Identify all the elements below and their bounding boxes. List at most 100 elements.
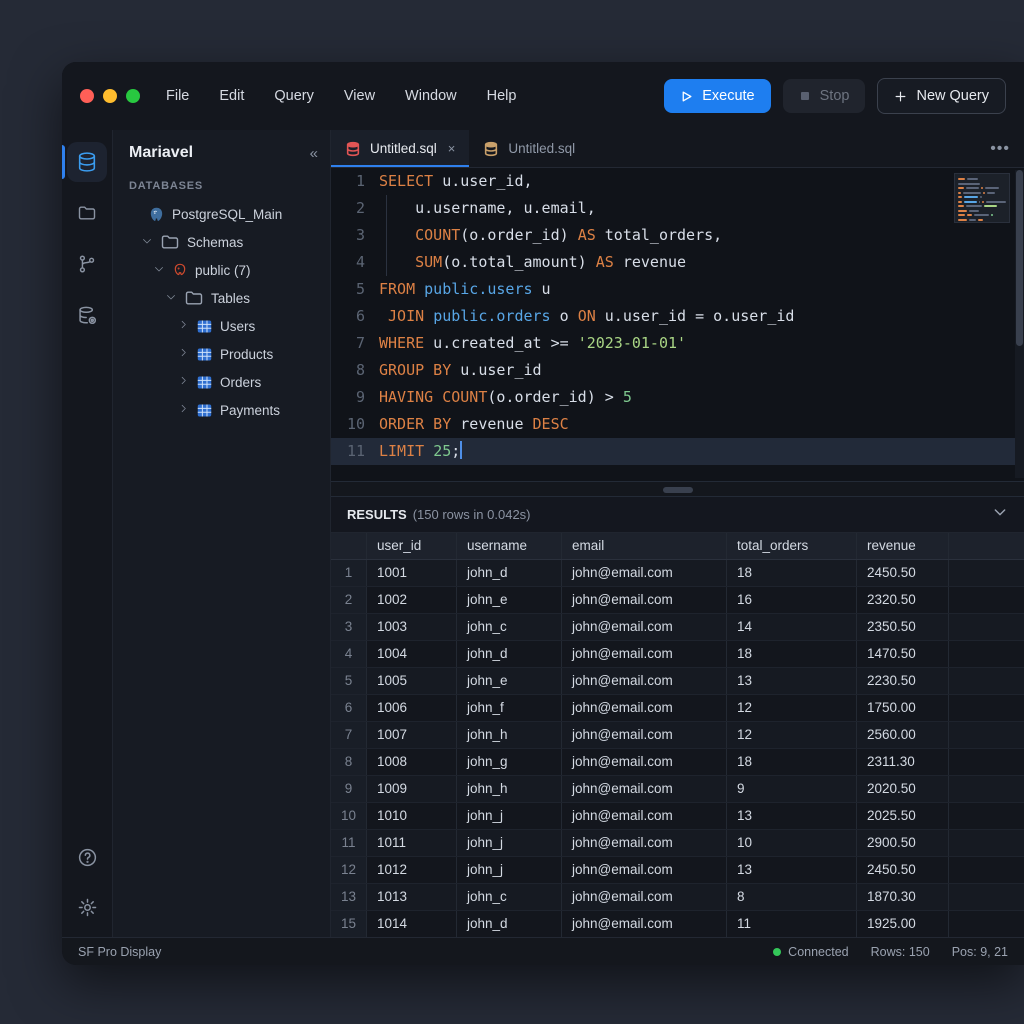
cell-revenue[interactable]: 2450.50 <box>857 560 949 586</box>
cell-total_orders[interactable]: 12 <box>727 722 857 748</box>
cell-revenue[interactable]: 2560.00 <box>857 722 949 748</box>
result-row-2[interactable]: 21002john_ejohn@email.com162320.50 <box>331 587 1024 614</box>
cell-revenue[interactable]: 1470.50 <box>857 641 949 667</box>
cell-user_id[interactable]: 1004 <box>367 641 457 667</box>
menu-help[interactable]: Help <box>487 88 517 104</box>
column-header-revenue[interactable]: revenue <box>857 533 949 559</box>
cell-email[interactable]: john@email.com <box>562 911 727 937</box>
database-icon[interactable] <box>67 142 107 182</box>
result-row-15[interactable]: 151014john_djohn@email.com111925.00 <box>331 911 1024 937</box>
tree-item-tables[interactable]: Tables <box>113 284 330 312</box>
code-line-1[interactable]: 1SELECT u.user_id, <box>331 168 1024 195</box>
chevron-right-icon[interactable] <box>177 403 189 417</box>
cell-email[interactable]: john@email.com <box>562 695 727 721</box>
cell-revenue[interactable]: 2230.50 <box>857 668 949 694</box>
sql-editor[interactable]: 1SELECT u.user_id,2 u.username, u.email,… <box>331 168 1024 481</box>
cell-revenue[interactable]: 2450.50 <box>857 857 949 883</box>
code-line-8[interactable]: 8GROUP BY u.user_id <box>331 357 1024 384</box>
cell-username[interactable]: john_h <box>457 776 562 802</box>
result-row-7[interactable]: 71007john_hjohn@email.com122560.00 <box>331 722 1024 749</box>
tab-2[interactable]: Untitled.sql <box>469 130 589 167</box>
result-row-10[interactable]: 101010john_jjohn@email.com132025.50 <box>331 803 1024 830</box>
chevron-right-icon[interactable] <box>177 319 189 333</box>
code-line-9[interactable]: 9HAVING COUNT(o.order_id) > 5 <box>331 384 1024 411</box>
chevron-down-icon[interactable] <box>141 235 153 250</box>
gear-icon[interactable] <box>67 887 107 927</box>
tree-item-users[interactable]: Users <box>113 312 330 340</box>
menu-window[interactable]: Window <box>405 88 457 104</box>
cell-username[interactable]: john_c <box>457 884 562 910</box>
tree-item-payments[interactable]: Payments <box>113 396 330 424</box>
cell-email[interactable]: john@email.com <box>562 560 727 586</box>
column-header-total_orders[interactable]: total_orders <box>727 533 857 559</box>
cell-total_orders[interactable]: 18 <box>727 560 857 586</box>
cell-revenue[interactable]: 2350.50 <box>857 614 949 640</box>
cell-user_id[interactable]: 1005 <box>367 668 457 694</box>
execute-button[interactable]: Execute <box>664 79 770 113</box>
cell-total_orders[interactable]: 16 <box>727 587 857 613</box>
cell-revenue[interactable]: 2311.30 <box>857 749 949 775</box>
cell-username[interactable]: john_d <box>457 560 562 586</box>
code-line-11[interactable]: 11LIMIT 25; <box>331 438 1024 465</box>
cell-email[interactable]: john@email.com <box>562 884 727 910</box>
code-line-4[interactable]: 4 SUM(o.total_amount) AS revenue <box>331 249 1024 276</box>
cell-total_orders[interactable]: 13 <box>727 803 857 829</box>
code-line-6[interactable]: 6 JOIN public.orders o ON u.user_id = o.… <box>331 303 1024 330</box>
code-line-2[interactable]: 2 u.username, u.email, <box>331 195 1024 222</box>
new-query-button[interactable]: New Query <box>877 78 1006 114</box>
cell-email[interactable]: john@email.com <box>562 803 727 829</box>
cell-user_id[interactable]: 1006 <box>367 695 457 721</box>
cell-user_id[interactable]: 1012 <box>367 857 457 883</box>
cell-username[interactable]: john_d <box>457 911 562 937</box>
close-window-button[interactable] <box>80 89 94 103</box>
cell-revenue[interactable]: 1870.30 <box>857 884 949 910</box>
cell-username[interactable]: john_j <box>457 830 562 856</box>
cell-email[interactable]: john@email.com <box>562 830 727 856</box>
cell-username[interactable]: john_f <box>457 695 562 721</box>
cell-user_id[interactable]: 1003 <box>367 614 457 640</box>
result-row-13[interactable]: 131013john_cjohn@email.com81870.30 <box>331 884 1024 911</box>
result-row-3[interactable]: 31003john_cjohn@email.com142350.50 <box>331 614 1024 641</box>
cell-user_id[interactable]: 1010 <box>367 803 457 829</box>
cell-user_id[interactable]: 1008 <box>367 749 457 775</box>
editor-scrollbar[interactable] <box>1015 170 1024 478</box>
cell-username[interactable]: john_e <box>457 668 562 694</box>
cell-email[interactable]: john@email.com <box>562 722 727 748</box>
splitter-handle[interactable] <box>663 487 693 493</box>
tree-item-orders[interactable]: Orders <box>113 368 330 396</box>
cell-total_orders[interactable]: 12 <box>727 695 857 721</box>
result-row-9[interactable]: 91009john_hjohn@email.com92020.50 <box>331 776 1024 803</box>
tree-item-public-7-[interactable]: public (7) <box>113 256 330 284</box>
result-row-4[interactable]: 41004john_djohn@email.com181470.50 <box>331 641 1024 668</box>
editor-results-splitter[interactable] <box>331 481 1024 497</box>
tree-item-schemas[interactable]: Schemas <box>113 228 330 256</box>
menu-edit[interactable]: Edit <box>219 88 244 104</box>
tree-item-products[interactable]: Products <box>113 340 330 368</box>
cell-user_id[interactable]: 1014 <box>367 911 457 937</box>
cell-email[interactable]: john@email.com <box>562 614 727 640</box>
zoom-window-button[interactable] <box>126 89 140 103</box>
cell-total_orders[interactable]: 11 <box>727 911 857 937</box>
chevron-right-icon[interactable] <box>177 375 189 389</box>
cell-email[interactable]: john@email.com <box>562 587 727 613</box>
menu-query[interactable]: Query <box>274 88 314 104</box>
cell-total_orders[interactable]: 18 <box>727 641 857 667</box>
column-header-username[interactable]: username <box>457 533 562 559</box>
code-line-5[interactable]: 5FROM public.users u <box>331 276 1024 303</box>
column-header-user_id[interactable]: user_id <box>367 533 457 559</box>
cell-email[interactable]: john@email.com <box>562 776 727 802</box>
tree-item-postgresql-main[interactable]: PostgreSQL_Main <box>113 200 330 228</box>
result-row-5[interactable]: 51005john_ejohn@email.com132230.50 <box>331 668 1024 695</box>
menu-view[interactable]: View <box>344 88 375 104</box>
chevron-down-icon[interactable] <box>165 291 177 306</box>
result-row-11[interactable]: 111011john_jjohn@email.com102900.50 <box>331 830 1024 857</box>
result-row-8[interactable]: 81008john_gjohn@email.com182311.30 <box>331 749 1024 776</box>
cell-user_id[interactable]: 1001 <box>367 560 457 586</box>
cell-revenue[interactable]: 2320.50 <box>857 587 949 613</box>
stop-button[interactable]: Stop <box>783 79 866 113</box>
cell-username[interactable]: john_h <box>457 722 562 748</box>
close-tab-icon[interactable]: × <box>448 141 456 156</box>
database-gear-icon[interactable] <box>67 295 107 335</box>
chevron-down-icon[interactable] <box>153 263 165 278</box>
cell-total_orders[interactable]: 10 <box>727 830 857 856</box>
